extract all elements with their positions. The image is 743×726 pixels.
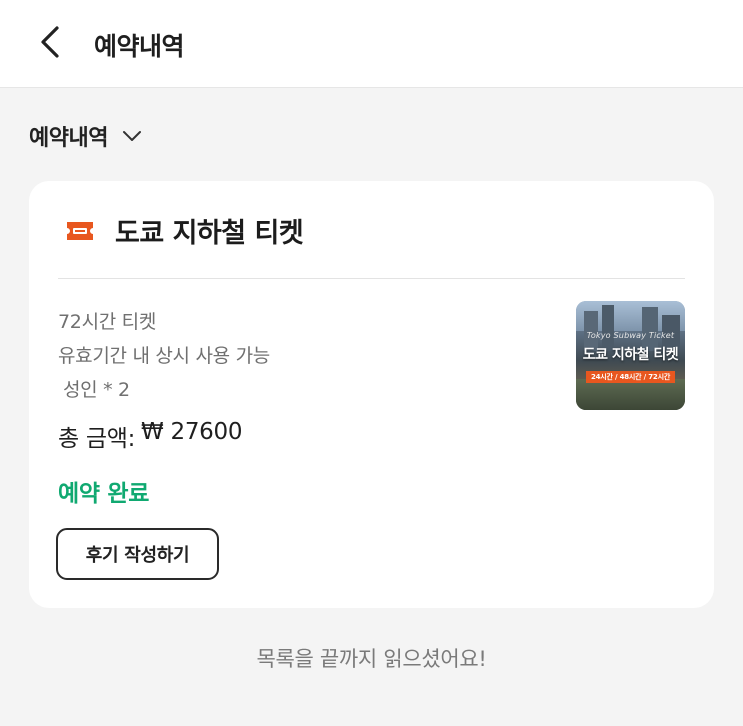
price-value: ₩ 27600	[141, 419, 243, 445]
total-price: 총 금액: ₩ 27600	[58, 419, 528, 453]
back-button[interactable]	[30, 24, 70, 64]
filter-label: 예약내역	[29, 126, 108, 151]
detail-validity: 유효기간 내 상시 사용 가능	[58, 345, 270, 367]
detail-ticket-type: 72시간 티켓	[58, 311, 157, 333]
status-badge: 예약 완료	[58, 481, 150, 507]
write-review-button[interactable]: 후기 작성하기	[56, 528, 219, 580]
reservation-card[interactable]: 도쿄 지하철 티켓 72시간 티켓 유효기간 내 상시 사용 가능 성인 * 2…	[29, 181, 714, 608]
reservation-details: 72시간 티켓 유효기간 내 상시 사용 가능 성인 * 2 총 금액: ₩ 2…	[58, 305, 528, 453]
card-header: 도쿄 지하철 티켓	[65, 211, 304, 250]
chevron-down-icon	[122, 130, 142, 142]
detail-passengers: 성인 * 2	[63, 379, 130, 401]
product-thumbnail[interactable]: Tokyo Subway Ticket 도쿄 지하철 티켓 24시간 / 48시…	[576, 301, 685, 410]
page-title: 예약내역	[94, 32, 185, 61]
thumbnail-subtitle: Tokyo Subway Ticket	[586, 331, 675, 340]
thumbnail-title: 도쿄 지하철 티켓	[582, 347, 679, 363]
ticket-icon	[65, 220, 95, 242]
reservation-filter-dropdown[interactable]: 예약내역	[29, 120, 142, 152]
chevron-left-icon	[39, 25, 61, 63]
app-header: 예약내역	[0, 0, 743, 88]
divider	[58, 278, 685, 279]
price-label: 총 금액:	[58, 426, 136, 452]
thumbnail-tags: 24시간 / 48시간 / 72시간	[586, 371, 675, 383]
reservation-title: 도쿄 지하철 티켓	[115, 218, 304, 249]
end-of-list-message: 목록을 끝까지 읽으셨어요!	[256, 647, 487, 671]
